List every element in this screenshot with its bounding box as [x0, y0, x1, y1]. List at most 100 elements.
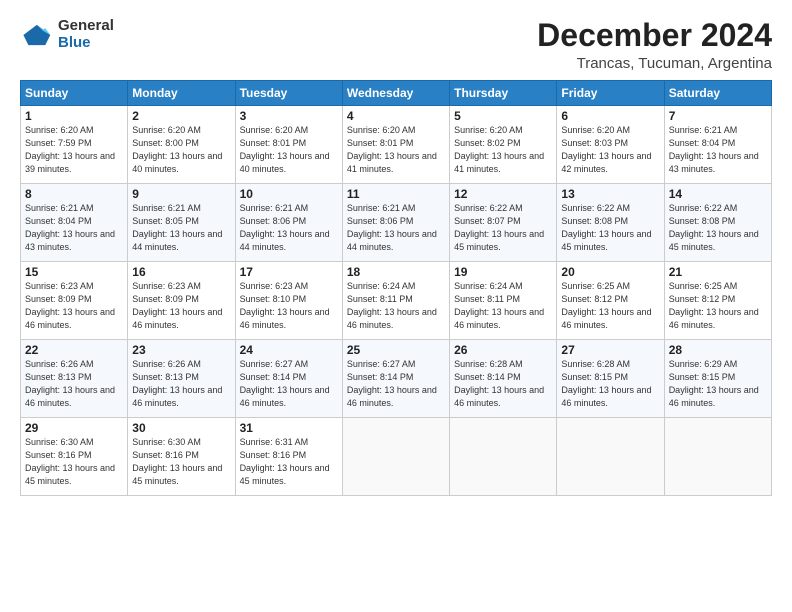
- day-info: Sunrise: 6:20 AMSunset: 8:01 PMDaylight:…: [347, 125, 437, 174]
- table-cell: 14 Sunrise: 6:22 AMSunset: 8:08 PMDaylig…: [664, 184, 771, 262]
- day-info: Sunrise: 6:25 AMSunset: 8:12 PMDaylight:…: [561, 281, 651, 330]
- day-info: Sunrise: 6:23 AMSunset: 8:09 PMDaylight:…: [25, 281, 115, 330]
- day-number: 6: [561, 109, 659, 123]
- day-info: Sunrise: 6:24 AMSunset: 8:11 PMDaylight:…: [347, 281, 437, 330]
- day-info: Sunrise: 6:28 AMSunset: 8:14 PMDaylight:…: [454, 359, 544, 408]
- day-number: 15: [25, 265, 123, 279]
- table-cell: 19 Sunrise: 6:24 AMSunset: 8:11 PMDaylig…: [450, 262, 557, 340]
- table-cell: 18 Sunrise: 6:24 AMSunset: 8:11 PMDaylig…: [342, 262, 449, 340]
- logo-text: General Blue: [58, 18, 114, 51]
- table-cell: 12 Sunrise: 6:22 AMSunset: 8:07 PMDaylig…: [450, 184, 557, 262]
- day-number: 3: [240, 109, 338, 123]
- table-cell: 3 Sunrise: 6:20 AMSunset: 8:01 PMDayligh…: [235, 106, 342, 184]
- day-info: Sunrise: 6:26 AMSunset: 8:13 PMDaylight:…: [132, 359, 222, 408]
- day-info: Sunrise: 6:21 AMSunset: 8:06 PMDaylight:…: [240, 203, 330, 252]
- table-cell: 7 Sunrise: 6:21 AMSunset: 8:04 PMDayligh…: [664, 106, 771, 184]
- table-cell: 17 Sunrise: 6:23 AMSunset: 8:10 PMDaylig…: [235, 262, 342, 340]
- day-number: 16: [132, 265, 230, 279]
- day-info: Sunrise: 6:24 AMSunset: 8:11 PMDaylight:…: [454, 281, 544, 330]
- day-info: Sunrise: 6:30 AMSunset: 8:16 PMDaylight:…: [132, 437, 222, 486]
- day-info: Sunrise: 6:25 AMSunset: 8:12 PMDaylight:…: [669, 281, 759, 330]
- day-info: Sunrise: 6:31 AMSunset: 8:16 PMDaylight:…: [240, 437, 330, 486]
- table-row: 8 Sunrise: 6:21 AMSunset: 8:04 PMDayligh…: [21, 184, 772, 262]
- table-row: 15 Sunrise: 6:23 AMSunset: 8:09 PMDaylig…: [21, 262, 772, 340]
- day-number: 18: [347, 265, 445, 279]
- day-info: Sunrise: 6:20 AMSunset: 7:59 PMDaylight:…: [25, 125, 115, 174]
- table-cell: 16 Sunrise: 6:23 AMSunset: 8:09 PMDaylig…: [128, 262, 235, 340]
- table-cell: 6 Sunrise: 6:20 AMSunset: 8:03 PMDayligh…: [557, 106, 664, 184]
- col-wednesday: Wednesday: [342, 81, 449, 106]
- table-cell: 31 Sunrise: 6:31 AMSunset: 8:16 PMDaylig…: [235, 418, 342, 496]
- day-info: Sunrise: 6:30 AMSunset: 8:16 PMDaylight:…: [25, 437, 115, 486]
- day-info: Sunrise: 6:20 AMSunset: 8:02 PMDaylight:…: [454, 125, 544, 174]
- col-sunday: Sunday: [21, 81, 128, 106]
- table-cell: 8 Sunrise: 6:21 AMSunset: 8:04 PMDayligh…: [21, 184, 128, 262]
- table-cell: 1 Sunrise: 6:20 AMSunset: 7:59 PMDayligh…: [21, 106, 128, 184]
- day-number: 30: [132, 421, 230, 435]
- day-info: Sunrise: 6:20 AMSunset: 8:03 PMDaylight:…: [561, 125, 651, 174]
- table-cell: 5 Sunrise: 6:20 AMSunset: 8:02 PMDayligh…: [450, 106, 557, 184]
- table-cell: [342, 418, 449, 496]
- day-number: 1: [25, 109, 123, 123]
- table-cell: 13 Sunrise: 6:22 AMSunset: 8:08 PMDaylig…: [557, 184, 664, 262]
- col-saturday: Saturday: [664, 81, 771, 106]
- page: General Blue December 2024 Trancas, Tucu…: [0, 0, 792, 612]
- header-row: Sunday Monday Tuesday Wednesday Thursday…: [21, 81, 772, 106]
- day-info: Sunrise: 6:28 AMSunset: 8:15 PMDaylight:…: [561, 359, 651, 408]
- day-number: 13: [561, 187, 659, 201]
- table-cell: 29 Sunrise: 6:30 AMSunset: 8:16 PMDaylig…: [21, 418, 128, 496]
- col-monday: Monday: [128, 81, 235, 106]
- day-number: 29: [25, 421, 123, 435]
- day-number: 24: [240, 343, 338, 357]
- day-number: 27: [561, 343, 659, 357]
- table-cell: 20 Sunrise: 6:25 AMSunset: 8:12 PMDaylig…: [557, 262, 664, 340]
- day-info: Sunrise: 6:22 AMSunset: 8:08 PMDaylight:…: [561, 203, 651, 252]
- table-cell: 15 Sunrise: 6:23 AMSunset: 8:09 PMDaylig…: [21, 262, 128, 340]
- table-cell: 25 Sunrise: 6:27 AMSunset: 8:14 PMDaylig…: [342, 340, 449, 418]
- day-number: 21: [669, 265, 767, 279]
- logo-icon: [20, 21, 52, 49]
- day-number: 8: [25, 187, 123, 201]
- table-row: 1 Sunrise: 6:20 AMSunset: 7:59 PMDayligh…: [21, 106, 772, 184]
- day-number: 23: [132, 343, 230, 357]
- month-title: December 2024: [537, 18, 772, 53]
- table-cell: 9 Sunrise: 6:21 AMSunset: 8:05 PMDayligh…: [128, 184, 235, 262]
- day-number: 14: [669, 187, 767, 201]
- location-title: Trancas, Tucuman, Argentina: [537, 55, 772, 72]
- logo-general-text: General: [58, 18, 114, 35]
- day-info: Sunrise: 6:21 AMSunset: 8:04 PMDaylight:…: [669, 125, 759, 174]
- day-number: 10: [240, 187, 338, 201]
- day-info: Sunrise: 6:27 AMSunset: 8:14 PMDaylight:…: [347, 359, 437, 408]
- table-row: 29 Sunrise: 6:30 AMSunset: 8:16 PMDaylig…: [21, 418, 772, 496]
- table-row: 22 Sunrise: 6:26 AMSunset: 8:13 PMDaylig…: [21, 340, 772, 418]
- table-cell: 24 Sunrise: 6:27 AMSunset: 8:14 PMDaylig…: [235, 340, 342, 418]
- day-number: 2: [132, 109, 230, 123]
- day-number: 9: [132, 187, 230, 201]
- day-number: 26: [454, 343, 552, 357]
- col-thursday: Thursday: [450, 81, 557, 106]
- day-info: Sunrise: 6:27 AMSunset: 8:14 PMDaylight:…: [240, 359, 330, 408]
- day-number: 7: [669, 109, 767, 123]
- day-number: 11: [347, 187, 445, 201]
- day-info: Sunrise: 6:29 AMSunset: 8:15 PMDaylight:…: [669, 359, 759, 408]
- table-cell: 11 Sunrise: 6:21 AMSunset: 8:06 PMDaylig…: [342, 184, 449, 262]
- day-number: 28: [669, 343, 767, 357]
- title-section: December 2024 Trancas, Tucuman, Argentin…: [537, 18, 772, 72]
- day-info: Sunrise: 6:22 AMSunset: 8:07 PMDaylight:…: [454, 203, 544, 252]
- table-cell: 22 Sunrise: 6:26 AMSunset: 8:13 PMDaylig…: [21, 340, 128, 418]
- day-number: 19: [454, 265, 552, 279]
- col-friday: Friday: [557, 81, 664, 106]
- header: General Blue December 2024 Trancas, Tucu…: [20, 18, 772, 72]
- day-info: Sunrise: 6:21 AMSunset: 8:05 PMDaylight:…: [132, 203, 222, 252]
- table-cell: 30 Sunrise: 6:30 AMSunset: 8:16 PMDaylig…: [128, 418, 235, 496]
- logo: General Blue: [20, 18, 114, 51]
- table-cell: [664, 418, 771, 496]
- table-cell: 10 Sunrise: 6:21 AMSunset: 8:06 PMDaylig…: [235, 184, 342, 262]
- day-number: 4: [347, 109, 445, 123]
- day-number: 20: [561, 265, 659, 279]
- logo-blue-text: Blue: [58, 35, 114, 52]
- table-cell: 26 Sunrise: 6:28 AMSunset: 8:14 PMDaylig…: [450, 340, 557, 418]
- day-info: Sunrise: 6:23 AMSunset: 8:09 PMDaylight:…: [132, 281, 222, 330]
- col-tuesday: Tuesday: [235, 81, 342, 106]
- day-info: Sunrise: 6:20 AMSunset: 8:00 PMDaylight:…: [132, 125, 222, 174]
